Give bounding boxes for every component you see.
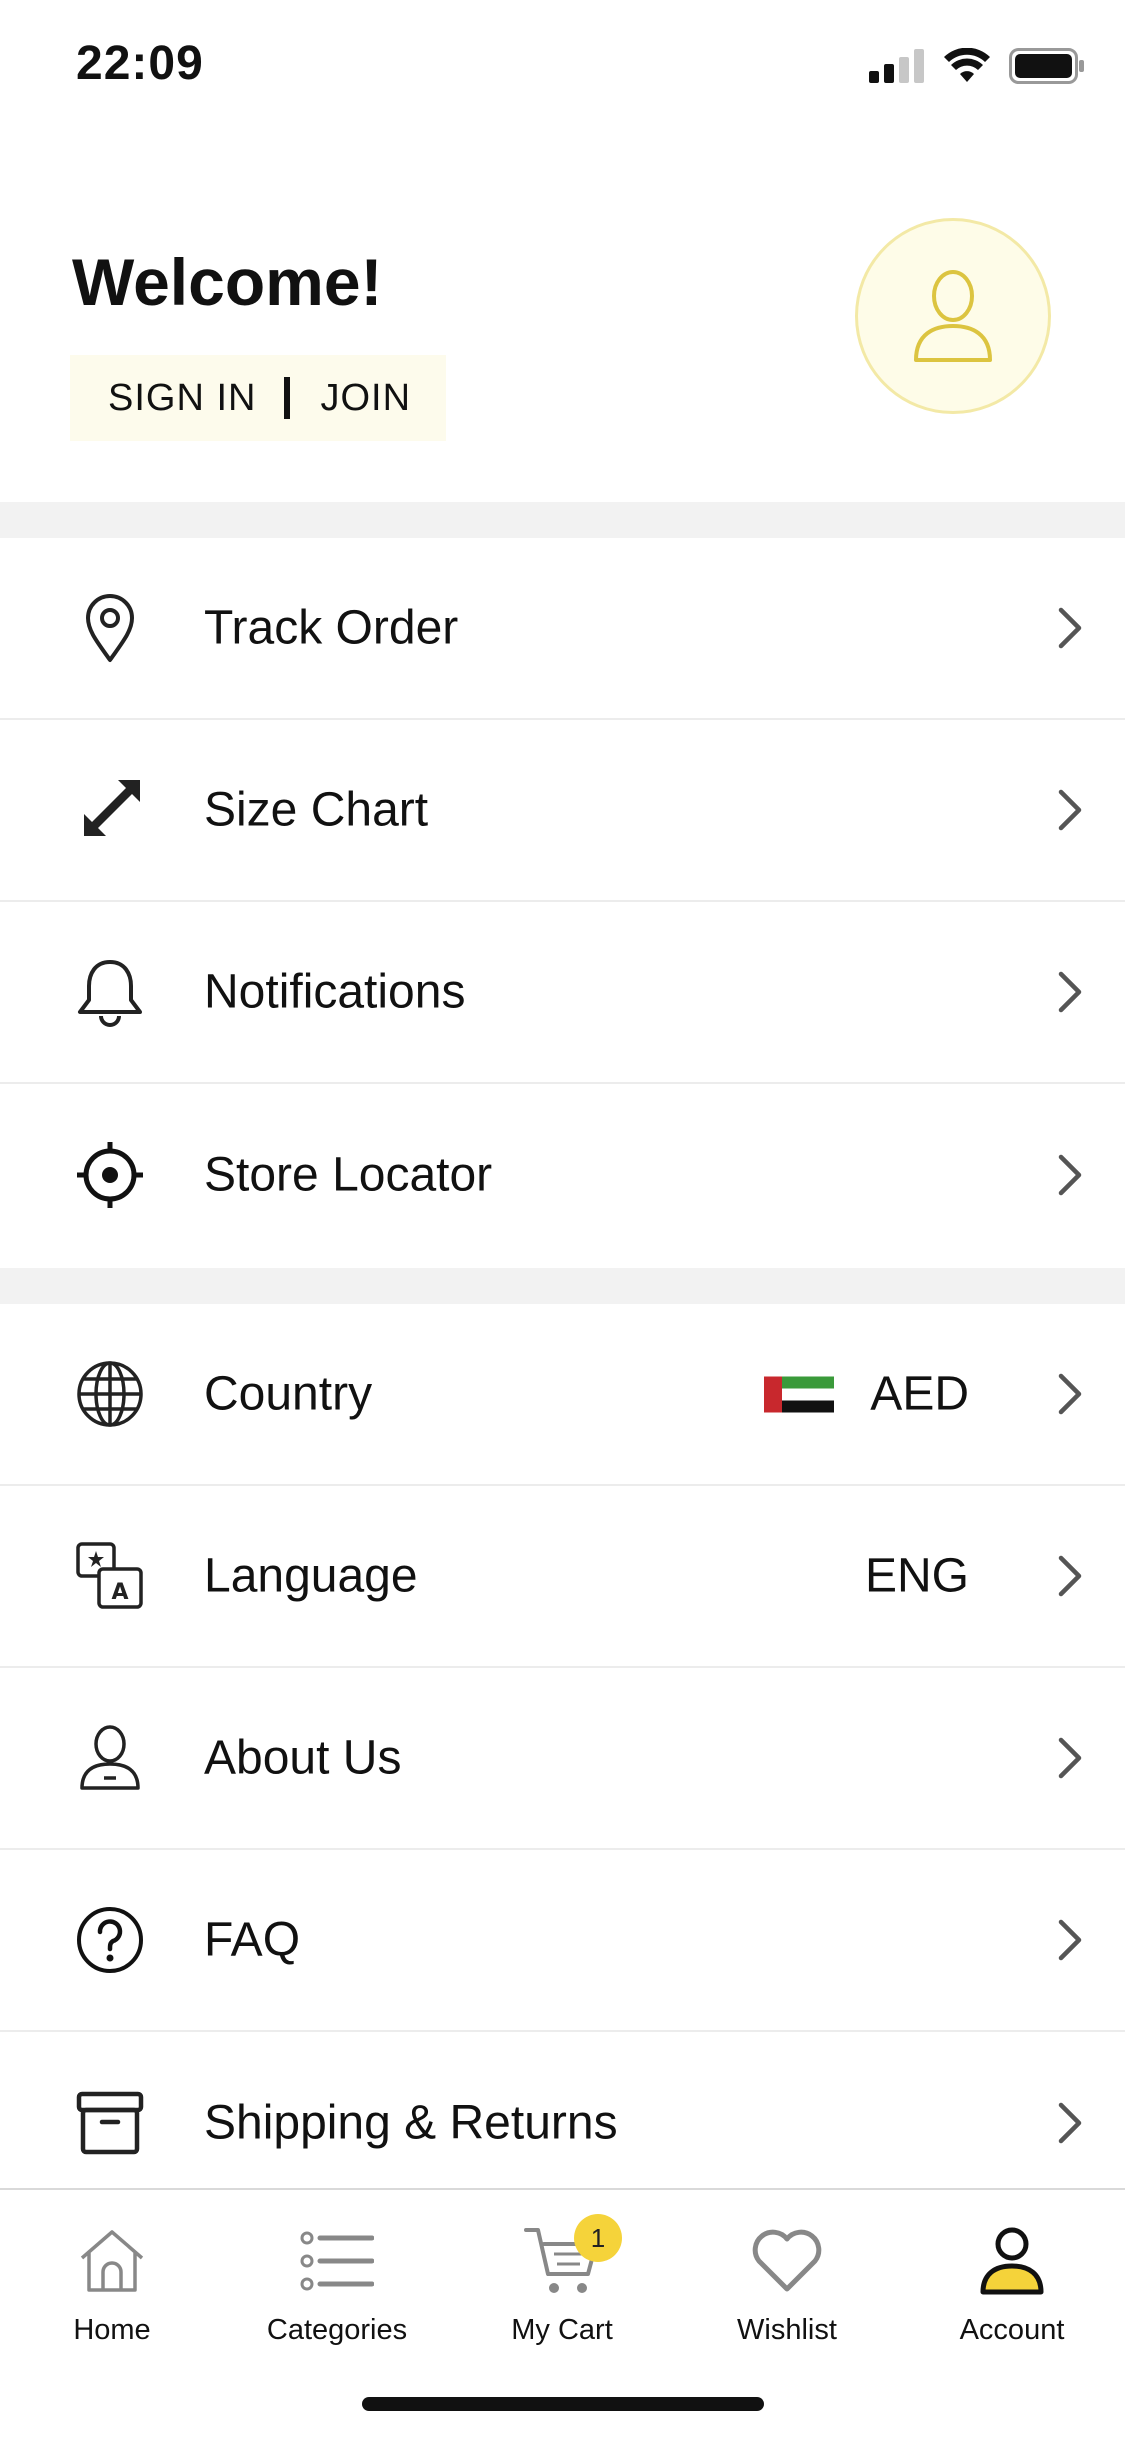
account-icon [979, 2216, 1045, 2306]
auth-box: SIGN IN JOIN [70, 355, 446, 441]
chevron-right-icon [1058, 1373, 1082, 1415]
cart-icon: 1 [524, 2214, 622, 2306]
menu-label: Language [204, 1549, 418, 1603]
question-icon [72, 1902, 148, 1978]
chevron-right-icon [1058, 1737, 1082, 1779]
tab-label: Home [73, 2314, 151, 2346]
menu-primary: Track Order Size Chart Notifications Sto… [0, 538, 1125, 1266]
chevron-right-icon [1058, 1555, 1082, 1597]
chevron-right-icon [1058, 1154, 1082, 1196]
uae-flag-icon [764, 1376, 835, 1412]
tab-categories[interactable]: Categories [237, 2216, 437, 2347]
menu-item-faq[interactable]: FAQ [0, 1850, 1125, 2032]
bell-icon [72, 954, 148, 1030]
country-value: AED [764, 1367, 969, 1422]
chevron-right-icon [1058, 2102, 1082, 2144]
signal-icon [869, 49, 924, 83]
tab-wishlist[interactable]: Wishlist [687, 2216, 887, 2347]
menu-item-country[interactable]: Country AED [0, 1304, 1125, 1486]
welcome-title: Welcome! [72, 245, 383, 319]
menu-item-language[interactable]: A Language ENG [0, 1486, 1125, 1668]
menu-label: About Us [204, 1731, 402, 1785]
tab-label: Categories [266, 2314, 408, 2346]
tab-account[interactable]: Account [912, 2216, 1112, 2347]
join-link[interactable]: JOIN [320, 377, 411, 420]
menu-label: Store Locator [204, 1148, 493, 1202]
tab-my-cart[interactable]: 1 My Cart [462, 2214, 662, 2347]
tab-label: My Cart [511, 2314, 613, 2346]
menu-item-shipping-returns[interactable]: Shipping & Returns [0, 2032, 1125, 2214]
menu-label: Track Order [204, 601, 459, 655]
chevron-right-icon [1058, 607, 1082, 649]
chevron-right-icon [1058, 789, 1082, 831]
user-avatar-icon [914, 270, 992, 362]
sign-in-link[interactable]: SIGN IN [108, 377, 256, 420]
status-time: 22:09 [76, 37, 204, 90]
wifi-icon [944, 48, 990, 82]
home-icon [77, 2216, 147, 2306]
heart-icon [751, 2216, 823, 2306]
language-label: ENG [864, 1549, 969, 1603]
menu-label: Notifications [204, 965, 466, 1019]
section-separator [0, 502, 1125, 538]
svg-text:A: A [111, 1580, 128, 1605]
menu-secondary: Country AED A Language ENG About Us FAQ [0, 1304, 1125, 2214]
tab-label: Wishlist [737, 2314, 837, 2346]
home-indicator[interactable] [362, 2397, 764, 2411]
status-bar: 22:09 [0, 0, 1125, 140]
section-separator [0, 1268, 1125, 1304]
avatar[interactable] [855, 218, 1051, 414]
cart-badge: 1 [574, 2214, 622, 2262]
menu-item-track-order[interactable]: Track Order [0, 538, 1125, 720]
translate-icon: A [72, 1538, 148, 1614]
menu-item-about-us[interactable]: About Us [0, 1668, 1125, 1850]
battery-icon [1009, 48, 1084, 84]
menu-label: FAQ [204, 1913, 301, 1967]
location-pin-icon [72, 590, 148, 666]
currency-label: AED [870, 1367, 969, 1421]
list-icon [300, 2216, 374, 2306]
chevron-right-icon [1058, 971, 1082, 1013]
tab-label: Account [959, 2314, 1065, 2346]
tab-home[interactable]: Home [12, 2216, 212, 2347]
menu-label: Size Chart [204, 783, 429, 837]
menu-item-notifications[interactable]: Notifications [0, 902, 1125, 1084]
globe-icon [72, 1356, 148, 1432]
expand-arrows-icon [72, 772, 148, 848]
menu-item-size-chart[interactable]: Size Chart [0, 720, 1125, 902]
language-value: ENG [865, 1549, 969, 1604]
status-icons [869, 48, 1085, 84]
chevron-right-icon [1058, 1919, 1082, 1961]
crosshair-icon [72, 1137, 148, 1213]
auth-divider [284, 377, 291, 419]
box-icon [72, 2085, 148, 2161]
menu-label: Country [204, 1367, 373, 1421]
menu-label: Shipping & Returns [204, 2096, 618, 2150]
person-icon [72, 1720, 148, 1796]
menu-item-store-locator[interactable]: Store Locator [0, 1084, 1125, 1266]
